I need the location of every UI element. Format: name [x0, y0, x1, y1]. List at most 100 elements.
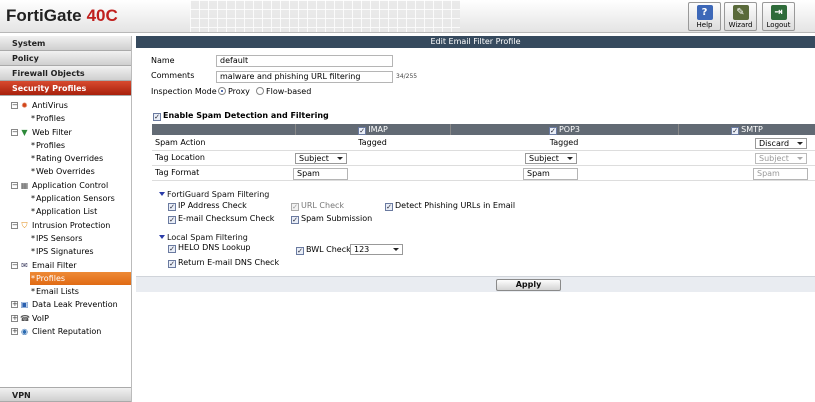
- nav-system[interactable]: System: [0, 36, 131, 51]
- name-input[interactable]: default: [216, 55, 393, 67]
- collapse-triangle-icon[interactable]: [159, 192, 165, 196]
- comments-counter: 34/255: [396, 73, 418, 80]
- pop3-tag-format-input[interactable]: Spam: [523, 168, 578, 180]
- nav-policy[interactable]: Policy: [0, 51, 131, 66]
- bullet-icon: *: [31, 167, 35, 177]
- checkbox-checked[interactable]: ✓: [168, 216, 176, 224]
- fortiguard-section-title[interactable]: FortiGuard Spam Filtering: [159, 190, 269, 199]
- tree-application-list[interactable]: * Application List: [0, 205, 131, 218]
- tree-label: Web Overrides: [36, 167, 95, 177]
- pop3-tag-location-select[interactable]: Subject: [525, 153, 577, 164]
- smtp-tag-format-input: Spam: [753, 168, 808, 180]
- tree-email-lists[interactable]: * Email Lists: [0, 285, 131, 298]
- imap-tag-location-select[interactable]: Subject: [295, 153, 347, 164]
- wizard-icon: ✎: [732, 5, 749, 20]
- tree-application-control[interactable]: − ▦ Application Control: [0, 179, 131, 192]
- tree-intrusion-protection[interactable]: − ⛉ Intrusion Protection: [0, 219, 131, 232]
- tree-client-reputation[interactable]: + ◉ Client Reputation: [0, 325, 131, 338]
- tree-application-sensors[interactable]: * Application Sensors: [0, 192, 131, 205]
- tree-ips-sensors[interactable]: * IPS Sensors: [0, 232, 131, 245]
- expand-icon[interactable]: +: [11, 314, 18, 322]
- checkbox-checked[interactable]: ✓: [296, 247, 304, 255]
- enable-spam-toggle[interactable]: ✓ Enable Spam Detection and Filtering: [153, 111, 329, 121]
- tree-wf-profiles[interactable]: * Profiles: [0, 139, 131, 152]
- tree-antivirus[interactable]: − ✹ AntiVirus: [0, 99, 131, 112]
- tree-label: VoIP: [32, 313, 49, 323]
- collapse-icon[interactable]: −: [11, 261, 18, 269]
- wizard-button[interactable]: ✎ Wizard: [724, 2, 757, 31]
- tree-label: Application Control: [32, 180, 109, 190]
- tree-ef-profiles[interactable]: * Profiles: [30, 271, 131, 286]
- checkbox-checked[interactable]: ✓: [168, 245, 176, 253]
- column-label: SMTP: [741, 125, 763, 134]
- collapse-icon[interactable]: −: [11, 221, 18, 229]
- tree-label: Application List: [36, 207, 98, 217]
- logout-label: Logout: [766, 21, 791, 29]
- checkbox-checked[interactable]: ✓: [168, 203, 176, 211]
- help-button[interactable]: ? Help: [688, 2, 721, 31]
- mode-flow-option[interactable]: Flow-based: [256, 87, 311, 96]
- tree-label: Client Reputation: [32, 327, 102, 337]
- nav-security-profiles[interactable]: Security Profiles: [0, 81, 131, 96]
- collapse-triangle-icon[interactable]: [159, 235, 165, 239]
- table-row: Spam Action Tagged Tagged Discard: [152, 136, 815, 151]
- checkbox-checked[interactable]: ✓: [548, 127, 557, 135]
- radio-selected[interactable]: [218, 87, 226, 95]
- nav-firewall-objects[interactable]: Firewall Objects: [0, 66, 131, 81]
- expand-icon[interactable]: +: [11, 328, 18, 336]
- tree-voip[interactable]: + ☎ VoIP: [0, 312, 131, 325]
- option-label: Detect Phishing URLs in Email: [395, 201, 516, 210]
- checkbox-checked[interactable]: ✓: [358, 127, 367, 135]
- email-checksum-option[interactable]: ✓ E-mail Checksum Check: [168, 214, 274, 224]
- help-label: Help: [696, 21, 713, 29]
- imap-tag-format-input[interactable]: Spam: [293, 168, 348, 180]
- bullet-icon: *: [31, 194, 35, 204]
- checkbox-checked[interactable]: ✓: [385, 203, 393, 211]
- tree-web-filter[interactable]: − ▼ Web Filter: [0, 126, 131, 139]
- bullet-icon: *: [31, 247, 35, 257]
- tree-label: Profiles: [36, 140, 66, 150]
- logout-button[interactable]: ⇥ Logout: [762, 2, 795, 31]
- chevron-down-icon: [797, 157, 803, 160]
- tree-web-overrides[interactable]: * Web Overrides: [0, 165, 131, 178]
- mode-proxy-label: Proxy: [228, 87, 250, 96]
- nav-vpn[interactable]: VPN: [0, 387, 131, 402]
- spam-submission-option[interactable]: ✓ Spam Submission: [291, 214, 372, 224]
- radio-unselected[interactable]: [256, 87, 264, 95]
- ip-address-check-option[interactable]: ✓ IP Address Check: [168, 201, 247, 211]
- logout-icon: ⇥: [770, 5, 787, 20]
- column-smtp: ✓ SMTP: [678, 124, 815, 135]
- tree-av-profiles[interactable]: * Profiles: [0, 112, 131, 125]
- helo-dns-option[interactable]: ✓ HELO DNS Lookup: [168, 243, 251, 253]
- local-section-title[interactable]: Local Spam Filtering: [159, 233, 248, 242]
- collapse-icon[interactable]: −: [11, 128, 18, 136]
- comments-input[interactable]: malware and phishing URL filtering: [216, 71, 393, 83]
- return-email-dns-option[interactable]: ✓ Return E-mail DNS Check: [168, 258, 279, 268]
- collapse-icon[interactable]: −: [11, 181, 18, 189]
- checkbox-checked[interactable]: ✓: [731, 127, 740, 135]
- tree-ips-signatures[interactable]: * IPS Signatures: [0, 245, 131, 258]
- tree-data-leak-prevention[interactable]: + ▣ Data Leak Prevention: [0, 298, 131, 311]
- column-label: IMAP: [368, 125, 388, 134]
- column-label: POP3: [558, 125, 581, 134]
- checkbox-checked[interactable]: ✓: [153, 113, 161, 121]
- apply-button[interactable]: Apply: [496, 279, 561, 291]
- mode-proxy-option[interactable]: Proxy: [218, 87, 250, 96]
- detect-phishing-option[interactable]: ✓ Detect Phishing URLs in Email: [385, 201, 515, 211]
- tree-email-filter[interactable]: − ✉ Email Filter: [0, 259, 131, 272]
- checkbox-checked[interactable]: ✓: [168, 260, 176, 268]
- smtp-spam-action-select[interactable]: Discard: [755, 138, 807, 149]
- bullet-icon: *: [31, 233, 35, 243]
- checkbox-checked[interactable]: ✓: [291, 216, 299, 224]
- smtp-tag-location-select: Subject: [755, 153, 807, 164]
- option-label: E-mail Checksum Check: [178, 214, 275, 223]
- bwl-check-select[interactable]: 123: [350, 244, 403, 255]
- model-name: 40C: [86, 6, 118, 25]
- option-label: Spam Submission: [301, 214, 373, 223]
- tree-rating-overrides[interactable]: * Rating Overrides: [0, 152, 131, 165]
- bwl-check-option[interactable]: ✓ BWL Check: [296, 245, 351, 255]
- voip-icon: ☎: [20, 313, 30, 323]
- collapse-icon[interactable]: −: [11, 102, 18, 109]
- expand-icon[interactable]: +: [11, 301, 18, 309]
- comments-label: Comments: [151, 71, 195, 80]
